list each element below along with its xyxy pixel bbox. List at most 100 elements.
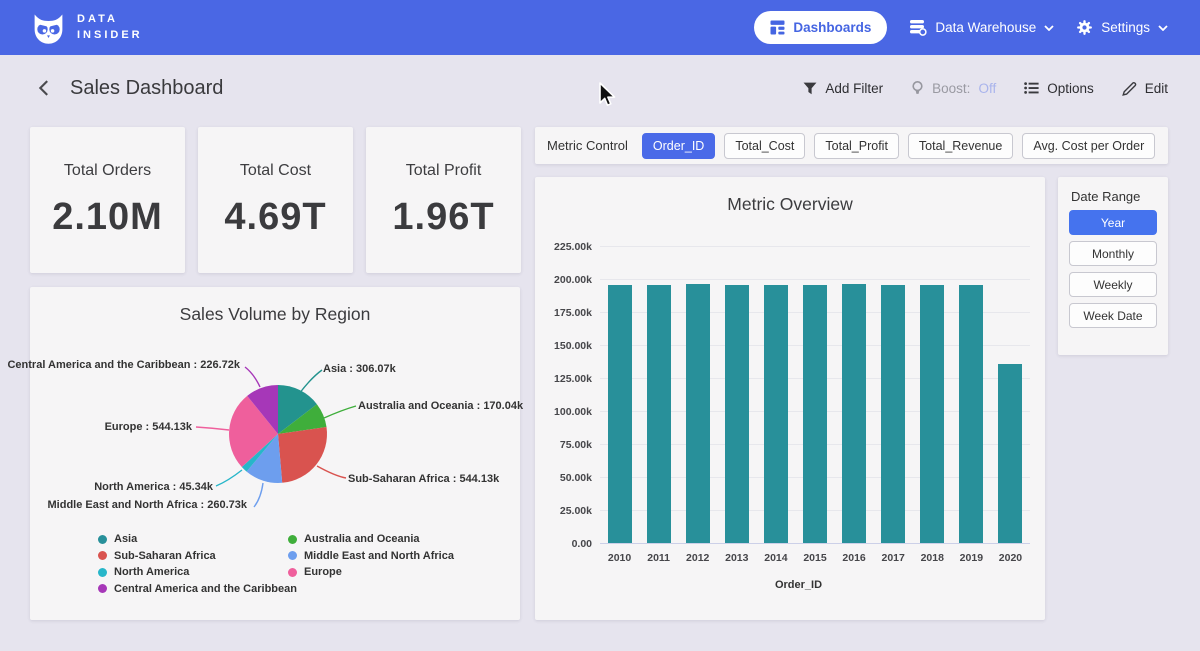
x-axis-tick: 2017: [881, 552, 904, 564]
x-axis-tick: 2011: [647, 552, 670, 564]
date-range-buttons: Year Monthly Weekly Week Date: [1058, 210, 1168, 328]
back-chevron-icon: [37, 79, 50, 97]
metric-control-buttons: Order_ID Total_Cost Total_Profit Total_Reve…: [642, 133, 1155, 159]
pie-legend-column-2: Australia and Oceania Middle East and Nor…: [288, 533, 454, 578]
legend-dot: [288, 551, 297, 560]
pie-leader-line: [196, 427, 229, 430]
sales-dashboard-page: DATA INSIDER Dashboards: [0, 0, 1200, 651]
pie-slice-sub-saharan-africa[interactable]: [278, 427, 327, 483]
metric-control-label: Metric Control: [547, 138, 628, 153]
legend-dot: [288, 535, 297, 544]
bar-2015[interactable]: [803, 285, 827, 543]
bar-2019[interactable]: [959, 285, 983, 543]
boost-toggle[interactable]: Boost: Off: [911, 81, 996, 96]
legend-dot: [98, 535, 107, 544]
pie-leader-line: [324, 406, 356, 418]
y-axis-tick: 150.00k: [538, 340, 592, 352]
y-axis-tick: 50.00k: [538, 472, 592, 484]
x-axis-tick: 2018: [921, 552, 944, 564]
date-range-label: Date Range: [1058, 189, 1168, 204]
x-axis-tick: 2019: [960, 552, 983, 564]
bar-2014[interactable]: [764, 285, 788, 543]
legend-dot: [98, 568, 107, 577]
metric-option-total-cost[interactable]: Total_Cost: [724, 133, 805, 159]
y-axis-tick: 200.00k: [538, 274, 592, 286]
pie-label-europe: Europe : 544.13k: [105, 421, 192, 433]
legend-text: Europe: [304, 566, 342, 578]
bar-chart-plot[interactable]: 0.0025.00k50.00k75.00k100.00k125.00k150.…: [600, 247, 1030, 544]
back-button[interactable]: [32, 77, 54, 99]
metric-control-bar: Metric Control Order_ID Total_Cost Total_P…: [535, 127, 1168, 164]
pie-label-sub-saharan-africa: Sub-Saharan Africa : 544.13k: [348, 473, 499, 485]
pie-legend-item-middle-east-and-north-africa: Middle East and North Africa: [288, 550, 454, 562]
bar-chart-card: Metric Overview 0.0025.00k50.00k75.00k10…: [535, 177, 1045, 620]
legend-dot: [98, 551, 107, 560]
metric-option-order-id[interactable]: Order_ID: [642, 133, 715, 159]
dashboards-grid-icon: [770, 20, 785, 35]
bar-2020[interactable]: [998, 364, 1022, 543]
page-header: Sales Dashboard Add Filter Boost: Off: [0, 55, 1200, 121]
kpi-card-total-profit: Total Profit1.96T: [366, 127, 521, 273]
y-axis-tick: 100.00k: [538, 406, 592, 418]
metric-option-avg-cost-per-order[interactable]: Avg. Cost per Order: [1022, 133, 1155, 159]
x-axis-tick: 2016: [842, 552, 865, 564]
metric-option-total-revenue[interactable]: Total_Revenue: [908, 133, 1013, 159]
navbar-menu: Dashboards Data Warehouse: [754, 11, 1168, 44]
pie-legend-column-1: Asia Sub-Saharan Africa North America Centr…: [98, 533, 297, 595]
pie-legend-item-central-america-and-the-caribbean: Central America and the Caribbean: [98, 583, 297, 595]
logo-text: DATA INSIDER: [77, 12, 143, 44]
edit-pencil-icon: [1122, 81, 1137, 96]
dashboards-button[interactable]: Dashboards: [754, 11, 887, 44]
pie-legend-item-asia: Asia: [98, 533, 297, 545]
kpi-card-total-orders: Total Orders2.10M: [30, 127, 185, 273]
bar-chart-legend: Order_ID: [535, 579, 1045, 591]
legend-label: Order_ID: [775, 579, 822, 591]
pie-label-north-america: North America : 45.34k: [94, 481, 213, 493]
x-axis-tick: 2010: [608, 552, 631, 564]
chevron-down-icon: [1158, 25, 1168, 31]
data-warehouse-menu[interactable]: Data Warehouse: [909, 19, 1054, 36]
pie-chart-card: Sales Volume by Region Asia : 306.07kAus…: [30, 287, 520, 620]
metric-option-total-profit[interactable]: Total_Profit: [814, 133, 899, 159]
legend-dot: [98, 584, 107, 593]
legend-text: Asia: [114, 533, 137, 545]
date-range-option-week-date[interactable]: Week Date: [1069, 303, 1157, 328]
bar-2012[interactable]: [686, 284, 710, 543]
bar-2017[interactable]: [881, 285, 905, 543]
data-warehouse-icon: [909, 19, 927, 36]
date-range-option-year[interactable]: Year: [1069, 210, 1157, 235]
legend-text: Middle East and North Africa: [304, 550, 454, 562]
y-axis-tick: 175.00k: [538, 307, 592, 319]
chevron-down-icon: [1044, 25, 1054, 31]
pie-label-asia: Asia : 306.07k: [323, 363, 396, 375]
options-list-icon: [1024, 81, 1039, 95]
legend-text: Sub-Saharan Africa: [114, 550, 216, 562]
legend-text: Australia and Oceania: [304, 533, 420, 545]
pie-leader-line: [216, 470, 242, 486]
settings-menu[interactable]: Settings: [1076, 19, 1168, 36]
app-logo[interactable]: DATA INSIDER: [30, 9, 143, 46]
bar-2011[interactable]: [647, 285, 671, 543]
date-range-option-monthly[interactable]: Monthly: [1069, 241, 1157, 266]
pie-label-central-america-and-the-caribbean: Central America and the Caribbean : 226.…: [7, 359, 240, 371]
bar-2010[interactable]: [608, 285, 632, 543]
date-range-panel: Date Range Year Monthly Weekly Week Date: [1058, 177, 1168, 355]
gridline: [600, 279, 1030, 280]
legend-text: North America: [114, 566, 189, 578]
options-button[interactable]: Options: [1024, 81, 1094, 96]
filter-funnel-icon: [803, 82, 817, 95]
date-range-option-weekly[interactable]: Weekly: [1069, 272, 1157, 297]
bar-2013[interactable]: [725, 285, 749, 543]
kpi-label: Total Cost: [240, 162, 311, 180]
y-axis-tick: 125.00k: [538, 373, 592, 385]
pie-leader-line: [299, 370, 322, 394]
kpi-row: Total Orders2.10M Total Cost 4.69T Total Pr…: [30, 127, 521, 273]
x-axis-tick: 2012: [686, 552, 709, 564]
kpi-card-total-cost: Total Cost 4.69T: [198, 127, 353, 273]
edit-button[interactable]: Edit: [1122, 81, 1168, 96]
bar-2018[interactable]: [920, 285, 944, 543]
kpi-value: 4.69T: [224, 196, 326, 239]
bar-2016[interactable]: [842, 284, 866, 543]
add-filter-button[interactable]: Add Filter: [803, 81, 883, 96]
kpi-label: Total Orders: [64, 162, 151, 180]
